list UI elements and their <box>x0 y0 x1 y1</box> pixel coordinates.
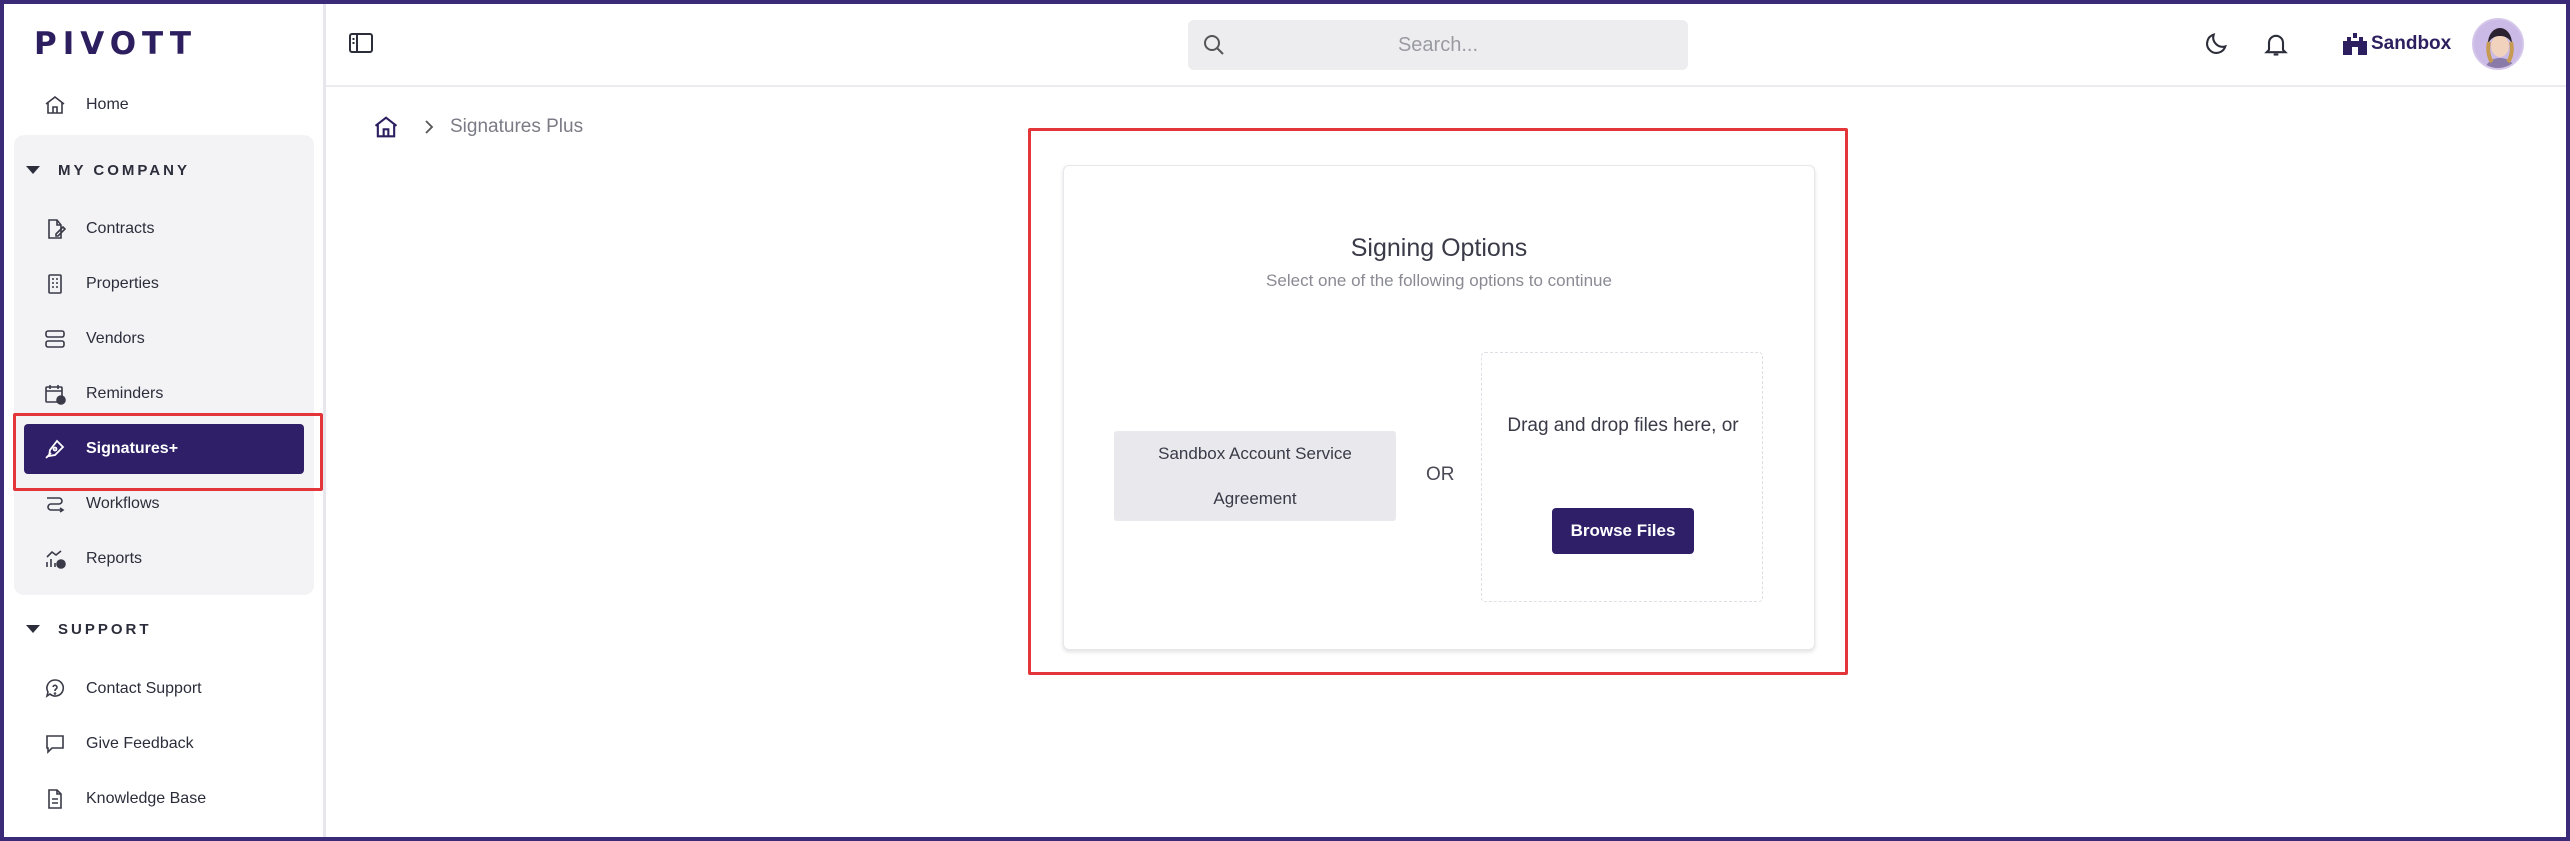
bell-icon[interactable] <box>2262 30 2290 58</box>
contract-icon <box>42 216 68 242</box>
sidebar-item-vendors[interactable]: Vendors <box>24 314 304 364</box>
workspace-label: Sandbox <box>2371 33 2452 54</box>
chevron-right-icon <box>422 118 436 136</box>
sidebar-item-label: Reports <box>86 550 143 567</box>
sidebar-item-label: Reminders <box>86 385 164 402</box>
workflow-icon <box>42 491 68 517</box>
browse-files-button[interactable]: Browse Files <box>1552 508 1694 554</box>
signing-options-card: Signing Options Select one of the follow… <box>1063 165 1815 650</box>
sidebar-item-contact-support[interactable]: Contact Support <box>24 664 304 714</box>
sidebar-toggle-icon[interactable] <box>348 32 374 54</box>
sidebar-item-give-feedback[interactable]: Give Feedback <box>24 719 304 769</box>
building-icon <box>42 271 68 297</box>
help-bubble-icon <box>42 676 68 702</box>
file-dropzone[interactable]: Drag and drop files here, or Browse File… <box>1481 352 1763 602</box>
breadcrumb: Signatures Plus <box>372 112 583 142</box>
sidebar-item-reports[interactable]: Reports <box>24 534 304 584</box>
section-my-company[interactable]: MY COMPANY <box>26 157 190 183</box>
dropzone-text: Drag and drop files here, or <box>1507 415 1739 436</box>
sidebar-item-label: Home <box>86 96 129 113</box>
calendar-icon <box>42 381 68 407</box>
search-box[interactable] <box>1188 20 1688 70</box>
caret-down-icon <box>26 166 40 174</box>
vendor-icon <box>42 326 68 352</box>
document-icon <box>42 786 68 812</box>
sidebar-item-properties[interactable]: Properties <box>24 259 304 309</box>
sidebar-item-label: Knowledge Base <box>86 790 207 807</box>
sidebar-item-home[interactable]: Home <box>24 80 304 130</box>
sidebar-item-label: Properties <box>86 275 159 292</box>
home-icon <box>42 92 68 118</box>
section-heading: SUPPORT <box>58 620 152 638</box>
sidebar-item-label: Contracts <box>86 220 155 237</box>
feedback-icon <box>42 731 68 757</box>
sidebar-item-label: Give Feedback <box>86 735 194 752</box>
section-heading: MY COMPANY <box>58 161 190 179</box>
or-divider-label: OR <box>1426 464 1455 485</box>
search-input[interactable] <box>1188 20 1688 70</box>
reports-icon <box>42 546 68 572</box>
sidebar-item-contracts[interactable]: Contracts <box>24 204 304 254</box>
sandbox-agreement-option-button[interactable]: Sandbox Account Service Agreement <box>1114 431 1396 521</box>
card-subtitle: Select one of the following options to c… <box>1266 271 1612 290</box>
brand-logo[interactable]: PIVOTT <box>34 26 197 62</box>
sidebar-item-label: Contact Support <box>86 680 202 697</box>
sidebar: PIVOTT Home MY COMPANY Contracts Propert… <box>0 0 326 841</box>
sandbox-castle-icon <box>2343 33 2367 55</box>
topbar: Sandbox <box>326 0 2570 87</box>
sidebar-item-label: Vendors <box>86 330 145 347</box>
section-support[interactable]: SUPPORT <box>26 616 152 642</box>
workspace-switcher[interactable]: Sandbox <box>2341 30 2451 58</box>
highlight-box-sidebar <box>13 413 323 491</box>
card-title: Signing Options <box>1350 234 1528 262</box>
search-icon <box>1202 33 1226 57</box>
breadcrumb-home-icon[interactable] <box>372 113 400 141</box>
sidebar-item-knowledge-base[interactable]: Knowledge Base <box>24 774 304 824</box>
dark-mode-moon-icon[interactable] <box>2202 30 2230 58</box>
sidebar-item-label: Workflows <box>86 495 160 512</box>
sidebar-item-reminders[interactable]: Reminders <box>24 369 304 419</box>
caret-down-icon <box>26 625 40 633</box>
user-avatar[interactable] <box>2472 18 2524 70</box>
breadcrumb-current: Signatures Plus <box>450 116 584 137</box>
